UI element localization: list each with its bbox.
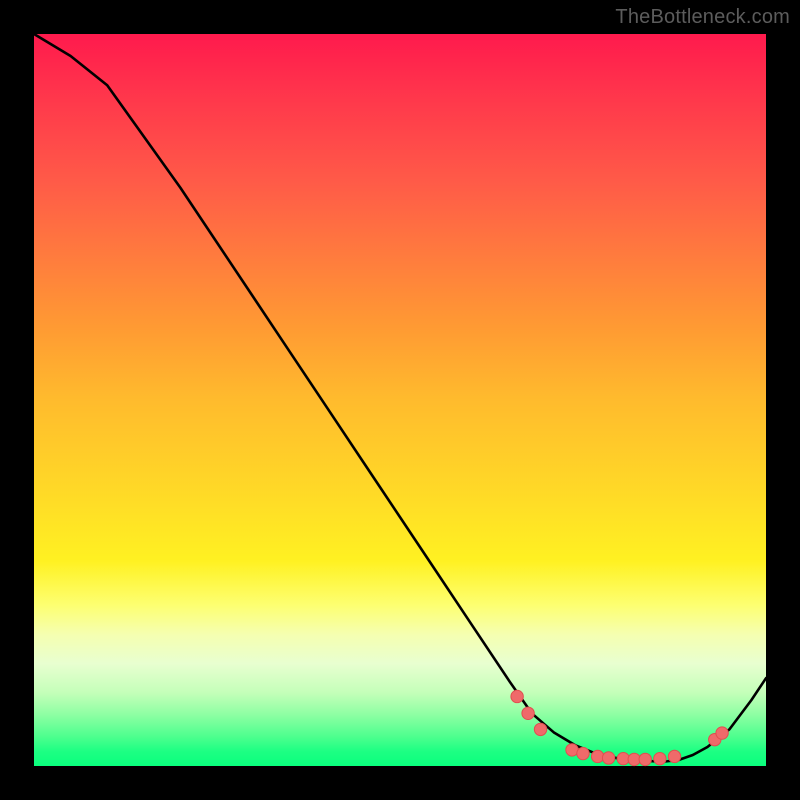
curve-dot xyxy=(591,750,603,762)
attribution-text: TheBottleneck.com xyxy=(615,6,790,29)
chart-frame: TheBottleneck.com xyxy=(0,0,800,800)
curve-dot xyxy=(716,727,728,739)
curve-dot xyxy=(577,747,589,759)
curve-dot xyxy=(511,690,523,702)
curve-dot xyxy=(654,752,666,764)
chart-svg xyxy=(34,34,766,766)
curve-dot xyxy=(522,707,534,719)
curve-dot xyxy=(534,723,546,735)
curve-dot xyxy=(639,753,651,765)
curve-dot xyxy=(602,752,614,764)
curve-dot xyxy=(668,750,680,762)
curve-line xyxy=(34,34,766,762)
